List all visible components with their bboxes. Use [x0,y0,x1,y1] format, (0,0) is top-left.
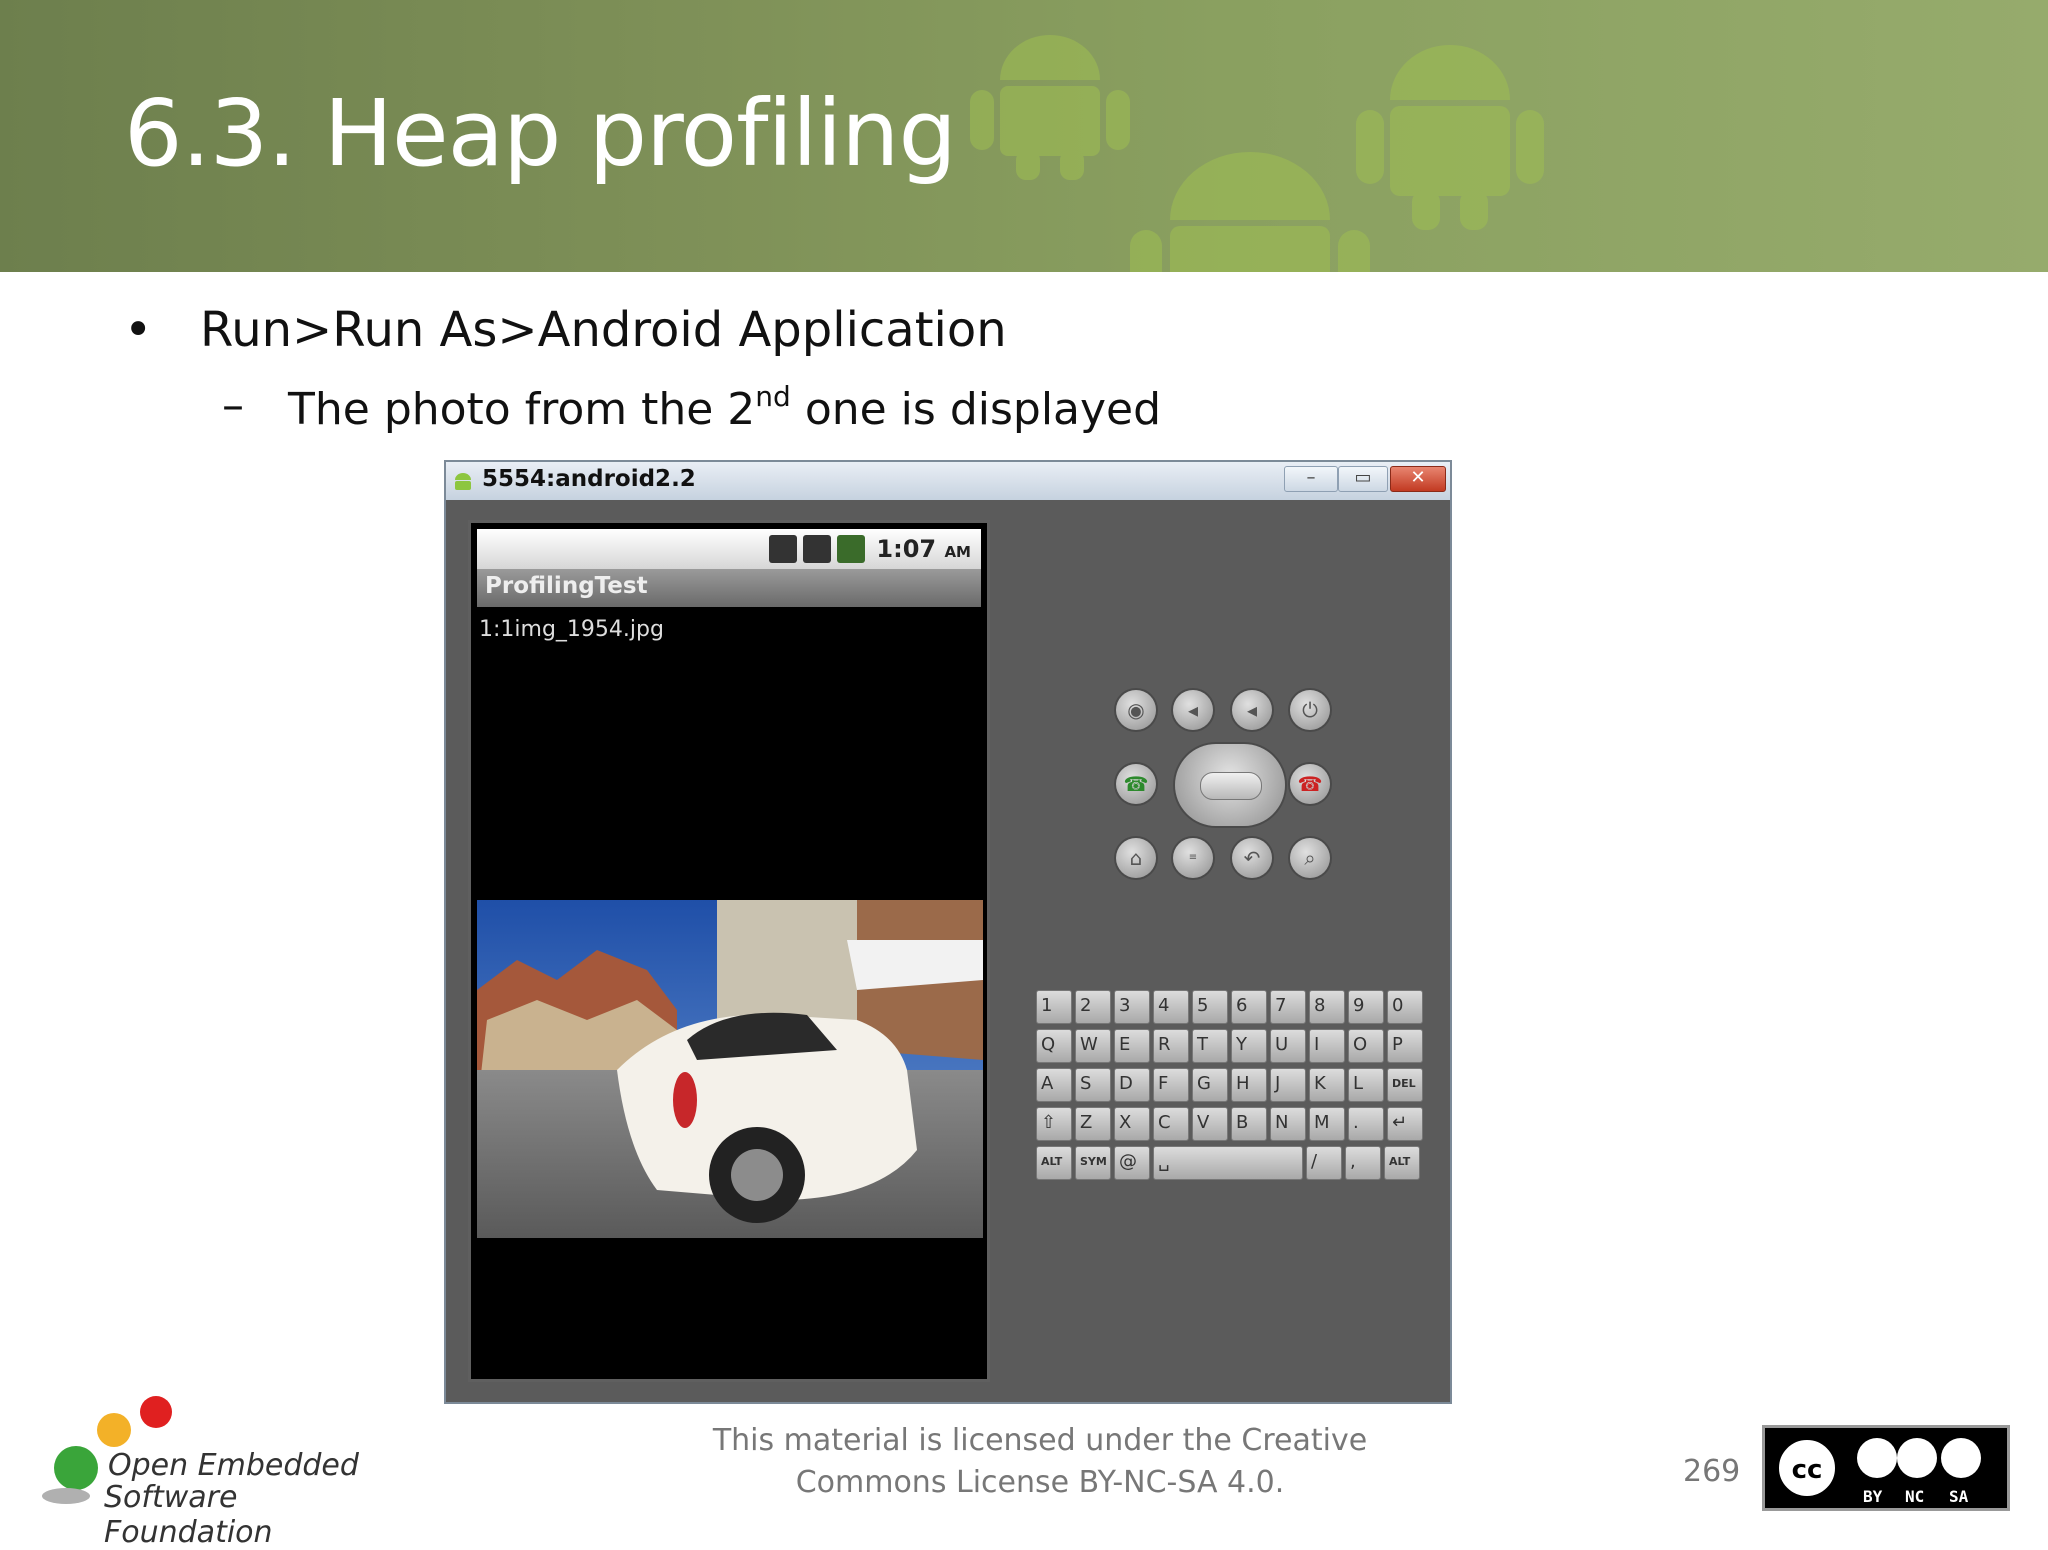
battery-icon [837,535,865,563]
keyboard-key[interactable]: Z [1075,1107,1111,1141]
keyboard-key[interactable]: G [1192,1068,1228,1102]
keyboard-key[interactable]: S [1075,1068,1111,1102]
keyboard-key[interactable]: 5 [1192,990,1228,1024]
search-button[interactable]: ⌕ [1290,838,1330,878]
volume-up-button[interactable]: ◂ [1232,690,1272,730]
oesf-logo: Open Embedded Software Foundation [36,1388,396,1550]
keyboard-key[interactable]: T [1192,1029,1228,1063]
end-call-button[interactable]: ☎ [1290,764,1330,804]
app-name: ProfilingTest [485,573,648,599]
car-photo [477,900,983,1238]
keyboard-key[interactable]: ALT [1036,1146,1072,1180]
volume-down-button[interactable]: ◂ [1173,690,1213,730]
logo-line1: Open Embedded [108,1448,359,1483]
license-text: This material is licensed under the Crea… [700,1420,1380,1504]
logo-line2: Software Foundation [104,1480,273,1550]
3g-icon [769,535,797,563]
keyboard-key[interactable]: D [1114,1068,1150,1102]
keyboard-key[interactable]: L [1348,1068,1384,1102]
back-button[interactable]: ↶ [1232,838,1272,878]
keyboard-key[interactable]: Q [1036,1029,1072,1063]
close-button[interactable]: ✕ [1390,466,1446,492]
keyboard-key[interactable]: 6 [1231,990,1267,1024]
license-line1: This material is licensed under the Crea… [712,1423,1368,1458]
maximize-button[interactable]: ▭ [1338,466,1388,492]
keyboard-key[interactable]: 3 [1114,990,1150,1024]
sub-bullet-text: The photo from the 2nd one is displayed [288,380,1162,435]
keyboard-key[interactable]: F [1153,1068,1189,1102]
android-app-icon [455,473,471,490]
android-robot-icon [970,35,1130,180]
keyboard-key[interactable]: . [1348,1107,1384,1141]
android-robot-icon [1130,152,1370,272]
page-number: 269 [1683,1454,1741,1489]
keyboard-key[interactable]: A [1036,1068,1072,1102]
keyboard-key[interactable]: X [1114,1107,1150,1141]
header-banner: 6.3. Heap profiling [0,0,2048,272]
keyboard-key[interactable]: C [1153,1107,1189,1141]
cc-by-label: BY [1863,1487,1883,1506]
keyboard-key[interactable]: ↵ [1387,1107,1423,1141]
keyboard-key[interactable]: ALT [1384,1146,1420,1180]
window-title: 5554:android2.2 [482,466,696,492]
dash-marker: – [222,380,244,431]
dpad-control[interactable] [1175,744,1285,826]
keyboard-key[interactable]: 1 [1036,990,1072,1024]
file-label: 1:1img_1954.jpg [479,617,664,642]
status-time: 1:07 AM [876,535,971,563]
keyboard-key[interactable]: 7 [1270,990,1306,1024]
keyboard-key[interactable]: SYM [1075,1146,1111,1180]
keyboard-key[interactable]: H [1231,1068,1267,1102]
keyboard-key[interactable]: R [1153,1029,1189,1063]
dpad-center-button[interactable] [1200,772,1262,800]
keyboard-key[interactable]: ␣ [1153,1146,1303,1180]
bullet-marker: • [124,302,153,358]
keyboard-key[interactable]: 8 [1309,990,1345,1024]
camera-button[interactable]: ◉ [1116,690,1156,730]
keyboard-key[interactable]: J [1270,1068,1306,1102]
keyboard-key[interactable]: K [1309,1068,1345,1102]
keyboard-key[interactable]: M [1309,1107,1345,1141]
keyboard-key[interactable]: DEL [1387,1068,1423,1102]
minimize-button[interactable]: – [1284,466,1338,492]
keyboard-key[interactable]: , [1345,1146,1381,1180]
keyboard-key[interactable]: V [1192,1107,1228,1141]
keyboard-key[interactable]: 0 [1387,990,1423,1024]
cc-license-badge: cc BY NC SA [1762,1425,2010,1511]
keyboard-key[interactable]: Y [1231,1029,1267,1063]
cc-nc-label: NC [1905,1487,1925,1506]
signal-icon [803,535,831,563]
keyboard-key[interactable]: B [1231,1107,1267,1141]
app-title-bar: ProfilingTest [477,569,981,607]
svg-text:cc: cc [1792,1455,1823,1485]
device-screen[interactable]: 1:07 AM ProfilingTest 1:1img_1954.jpg [468,520,990,1382]
keyboard-key[interactable]: W [1075,1029,1111,1063]
bullet-text: Run>Run As>Android Application [200,302,1007,358]
keyboard-key[interactable]: E [1114,1029,1150,1063]
keyboard-key[interactable]: ⇧ [1036,1107,1072,1141]
cc-sa-label: SA [1949,1487,1969,1506]
license-line2: Commons License BY-NC-SA 4.0. [795,1465,1285,1500]
cc-icon: cc [1775,1436,1981,1500]
keyboard-key[interactable]: U [1270,1029,1306,1063]
keyboard-key[interactable]: 2 [1075,990,1111,1024]
emulator-window: 5554:android2.2 – ▭ ✕ 1:07 AM ProfilingT… [444,460,1452,1404]
keyboard-key[interactable]: I [1309,1029,1345,1063]
window-titlebar[interactable]: 5554:android2.2 – ▭ ✕ [446,462,1450,500]
emulator-keyboard: 1 2 3 4 5 6 7 8 9 0 Q W E R T Y U I O P A S D F G H J K L DEL ⇧ Z X C V B N M… [1036,990,1430,1184]
keyboard-key[interactable]: @ [1114,1146,1150,1180]
android-robot-icon [1356,45,1544,230]
keyboard-key[interactable]: / [1306,1146,1342,1180]
keyboard-key[interactable]: O [1348,1029,1384,1063]
menu-button[interactable]: ≡ [1173,838,1213,878]
call-button[interactable]: ☎ [1116,764,1156,804]
keyboard-key[interactable]: 4 [1153,990,1189,1024]
status-bar: 1:07 AM [477,529,981,569]
home-button[interactable]: ⌂ [1116,838,1156,878]
keyboard-key[interactable]: N [1270,1107,1306,1141]
power-button[interactable]: ⏻ [1290,690,1330,730]
slide-title: 6.3. Heap profiling [124,80,957,187]
keyboard-key[interactable]: P [1387,1029,1423,1063]
keyboard-key[interactable]: 9 [1348,990,1384,1024]
